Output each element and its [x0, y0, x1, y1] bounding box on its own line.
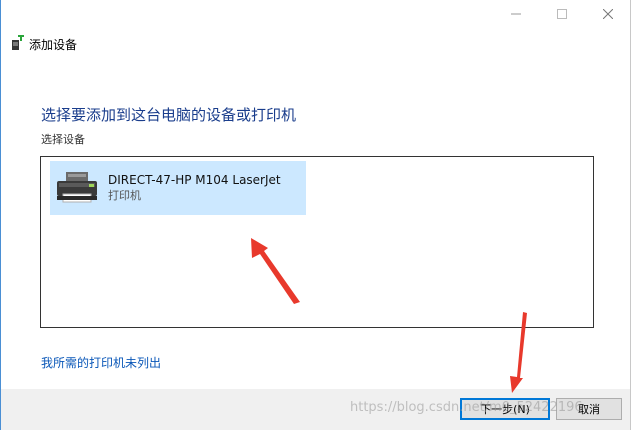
window-controls [493, 0, 631, 28]
maximize-button[interactable] [539, 0, 585, 28]
page-heading: 选择要添加到这台电脑的设备或打印机 [41, 106, 297, 124]
add-device-icon [12, 35, 24, 50]
minimize-icon [511, 13, 521, 15]
close-button[interactable] [585, 0, 631, 28]
device-type: 打印机 [108, 189, 141, 202]
printer-not-listed-link[interactable]: 我所需的打印机未列出 [41, 354, 161, 371]
device-list[interactable]: DIRECT-47-HP M104 LaserJet 打印机 [40, 156, 594, 328]
window-left-border [0, 0, 1, 430]
minimize-button[interactable] [493, 0, 539, 28]
close-icon [603, 9, 613, 19]
device-item-hp-m104[interactable]: DIRECT-47-HP M104 LaserJet 打印机 [50, 161, 306, 215]
maximize-icon [557, 9, 567, 19]
device-name: DIRECT-47-HP M104 LaserJet [108, 173, 281, 187]
printer-icon [57, 172, 97, 203]
cancel-button[interactable]: 取消 [556, 398, 622, 420]
window-title: 添加设备 [29, 38, 78, 52]
select-device-label: 选择设备 [41, 133, 85, 146]
next-button[interactable]: 下一步(N) [460, 398, 550, 420]
add-device-window: 添加设备 选择要添加到这台电脑的设备或打印机 选择设备 DIRECT-47-HP… [0, 0, 631, 430]
